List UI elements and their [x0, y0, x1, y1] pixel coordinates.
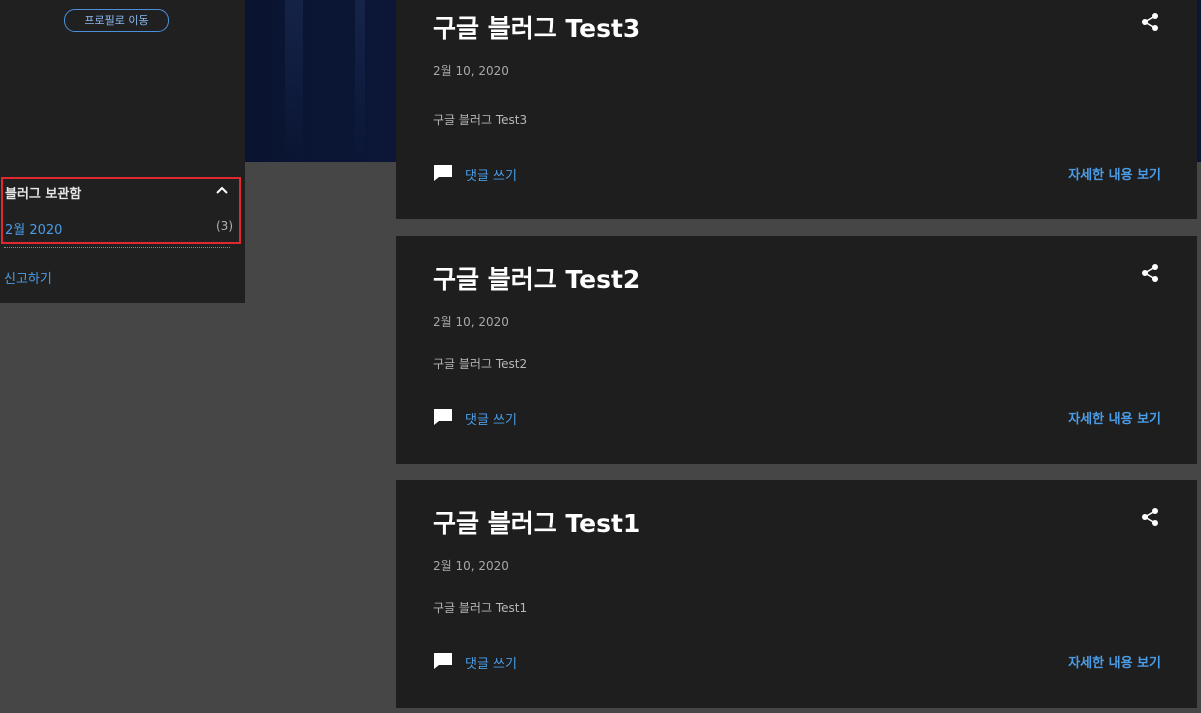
comment-link[interactable]: 댓글 쓰기 — [465, 653, 517, 672]
comment-icon[interactable] — [433, 652, 453, 670]
post-title[interactable]: 구글 블러그 Test1 — [433, 504, 640, 540]
archive-month-link[interactable]: 2월 2020 — [5, 219, 62, 238]
post-card: 구글 블러그 Test1 2월 10, 2020 구글 블러그 Test1 댓글… — [396, 480, 1197, 708]
post-snippet: 구글 블러그 Test1 — [433, 601, 528, 615]
post-snippet: 구글 블러그 Test3 — [433, 113, 528, 127]
post-card: 구글 블러그 Test3 2월 10, 2020 구글 블러그 Test3 댓글… — [396, 0, 1197, 219]
divider — [4, 247, 230, 248]
share-icon[interactable] — [1141, 12, 1159, 32]
comment-icon[interactable] — [433, 408, 453, 426]
sidebar: 프로필로 이동 블러그 보관함 2월 2020 (3) 신고하기 — [0, 0, 245, 303]
read-more-link[interactable]: 자세한 내용 보기 — [1068, 164, 1161, 183]
post-title[interactable]: 구글 블러그 Test2 — [433, 260, 640, 296]
share-icon[interactable] — [1141, 507, 1159, 527]
blog-archive-widget: 블러그 보관함 2월 2020 (3) — [1, 177, 241, 244]
chevron-up-icon[interactable] — [215, 185, 229, 195]
post-snippet: 구글 블러그 Test2 — [433, 357, 528, 371]
read-more-link[interactable]: 자세한 내용 보기 — [1068, 408, 1161, 427]
post-card: 구글 블러그 Test2 2월 10, 2020 구글 블러그 Test2 댓글… — [396, 236, 1197, 464]
post-date: 2월 10, 2020 — [433, 559, 509, 573]
profile-button[interactable]: 프로필로 이동 — [64, 9, 169, 32]
comment-link[interactable]: 댓글 쓰기 — [465, 409, 517, 428]
comment-link[interactable]: 댓글 쓰기 — [465, 165, 517, 184]
archive-title[interactable]: 블러그 보관함 — [5, 183, 81, 202]
post-date: 2월 10, 2020 — [433, 315, 509, 329]
post-date: 2월 10, 2020 — [433, 64, 509, 78]
read-more-link[interactable]: 자세한 내용 보기 — [1068, 652, 1161, 671]
share-icon[interactable] — [1141, 263, 1159, 283]
comment-icon[interactable] — [433, 164, 453, 182]
post-title[interactable]: 구글 블러그 Test3 — [433, 9, 640, 45]
report-link[interactable]: 신고하기 — [4, 268, 52, 287]
archive-count: (3) — [216, 219, 233, 233]
